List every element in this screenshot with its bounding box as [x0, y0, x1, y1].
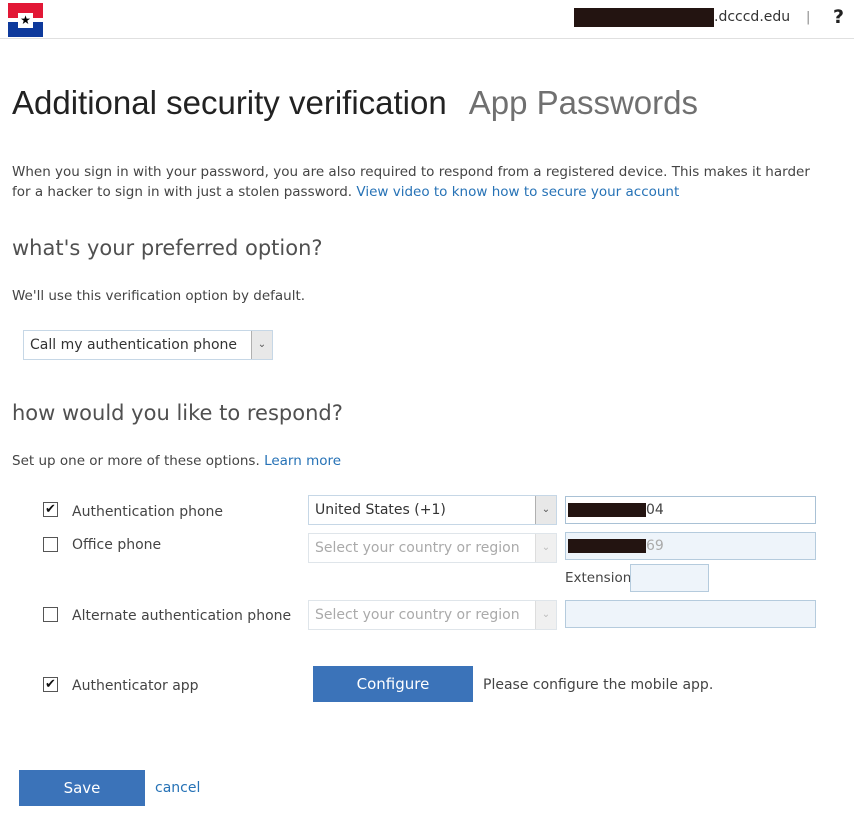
auth-phone-suffix: 04 — [646, 502, 664, 518]
respond-note-text: Set up one or more of these options. — [12, 453, 260, 469]
auth-phone-country-value: United States (+1) — [315, 502, 446, 518]
alt-phone-country-placeholder: Select your country or region — [315, 607, 520, 623]
auth-phone-label: Authentication phone — [72, 504, 224, 520]
alt-phone-country-select[interactable]: Select your country or region ⌄ — [308, 600, 557, 630]
header-separator: | — [806, 10, 811, 25]
chevron-down-icon[interactable]: ⌄ — [535, 534, 556, 562]
respond-note: Set up one or more of these options. Lea… — [12, 453, 341, 469]
extension-label: Extension — [565, 570, 632, 586]
auth-phone-country-select[interactable]: United States (+1) ⌄ — [308, 495, 557, 525]
chevron-down-icon[interactable]: ⌄ — [251, 331, 272, 359]
preferred-option-select[interactable]: Call my authentication phone ⌄ — [23, 330, 273, 360]
chevron-down-icon[interactable]: ⌄ — [535, 601, 556, 629]
app-passwords-tab[interactable]: App Passwords — [469, 84, 698, 121]
redacted-phone-digits — [568, 503, 646, 517]
checkmark-icon: ✔ — [45, 502, 56, 517]
redacted-phone-digits — [568, 539, 646, 553]
save-button[interactable]: Save — [19, 770, 145, 806]
title-main: Additional security verification — [12, 84, 447, 121]
extension-input[interactable] — [630, 564, 709, 592]
authenticator-app-label: Authenticator app — [72, 678, 199, 694]
alt-phone-number-input[interactable] — [565, 600, 816, 628]
preferred-note: We'll use this verification option by de… — [12, 288, 306, 304]
cancel-link[interactable]: cancel — [155, 780, 200, 796]
preferred-heading: what's your preferred option? — [12, 236, 323, 260]
office-phone-label: Office phone — [72, 537, 162, 553]
auth-phone-number-input[interactable]: 04 — [565, 496, 816, 524]
help-icon[interactable]: ? — [833, 6, 844, 28]
alt-phone-checkbox[interactable] — [43, 607, 58, 622]
learn-more-link[interactable]: Learn more — [264, 453, 341, 469]
configure-button[interactable]: Configure — [313, 666, 473, 702]
college-logo-icon[interactable]: ★ — [8, 3, 43, 37]
office-phone-checkbox[interactable] — [43, 537, 58, 552]
respond-heading: how would you like to respond? — [12, 401, 343, 425]
checkmark-icon: ✔ — [45, 677, 56, 692]
office-phone-country-select[interactable]: Select your country or region ⌄ — [308, 533, 557, 563]
redacted-username — [574, 8, 714, 27]
alt-phone-label: Alternate authentication phone — [72, 608, 292, 624]
office-phone-suffix: 69 — [646, 538, 664, 554]
intro-text: When you sign in with your password, you… — [12, 162, 832, 202]
chevron-down-icon[interactable]: ⌄ — [535, 496, 556, 524]
account-domain[interactable]: .dcccd.edu — [714, 9, 790, 25]
video-link[interactable]: View video to know how to secure your ac… — [356, 184, 679, 200]
auth-phone-checkbox[interactable]: ✔ — [43, 502, 58, 517]
office-phone-number-input[interactable]: 69 — [565, 532, 816, 560]
star-icon: ★ — [20, 13, 31, 27]
authenticator-app-status: Please configure the mobile app. — [483, 677, 714, 693]
preferred-option-value: Call my authentication phone — [30, 337, 237, 353]
office-phone-country-placeholder: Select your country or region — [315, 540, 520, 556]
page-title: Additional security verification App Pass… — [12, 84, 698, 122]
authenticator-app-checkbox[interactable]: ✔ — [43, 677, 58, 692]
